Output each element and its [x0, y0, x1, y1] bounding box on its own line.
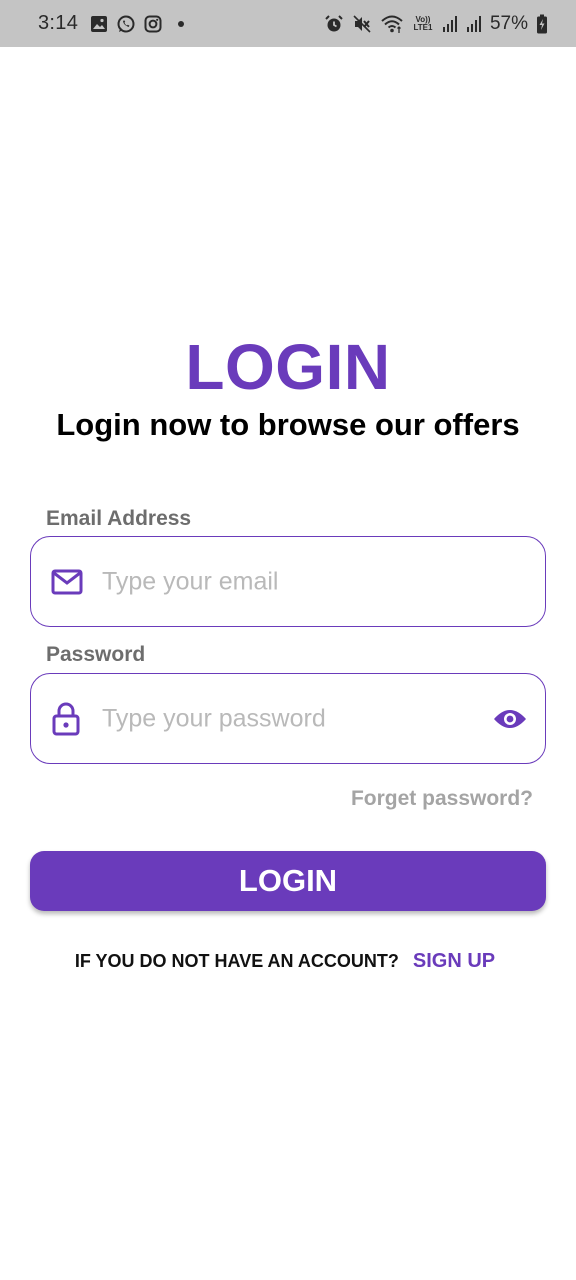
signal-icon — [466, 15, 482, 33]
gallery-icon — [90, 15, 108, 33]
password-field-container[interactable] — [30, 673, 546, 764]
forgot-password-link[interactable]: Forget password? — [351, 787, 533, 811]
page-title: LOGIN — [185, 331, 391, 403]
notification-dot-icon — [178, 20, 185, 27]
status-bar: 3:14 Vo)) LTE1 57% — [0, 0, 576, 47]
login-button[interactable]: LOGIN — [30, 851, 546, 911]
signal-icon — [442, 15, 458, 33]
status-bar-right: Vo)) LTE1 57% — [324, 13, 548, 35]
mute-icon — [352, 14, 372, 34]
email-label: Email Address — [46, 507, 192, 530]
password-label: Password — [46, 643, 146, 666]
instagram-icon — [144, 15, 162, 33]
lte-icon: Vo)) LTE1 — [413, 14, 433, 32]
wifi-icon — [380, 14, 404, 34]
email-input[interactable] — [102, 567, 485, 596]
status-time: 3:14 — [38, 12, 79, 34]
password-input[interactable] — [102, 704, 485, 733]
battery-percent: 57% — [489, 12, 528, 34]
page-subtitle: Login now to browse our offers — [56, 407, 520, 442]
signup-row: IF YOU DO NOT HAVE AN ACCOUNT? SIGN UP — [0, 950, 576, 973]
alarm-icon — [324, 14, 344, 34]
whatsapp-icon — [116, 14, 136, 34]
status-bar-left: 3:14 — [38, 12, 185, 35]
signup-question: IF YOU DO NOT HAVE AN ACCOUNT? — [74, 951, 399, 971]
signup-link[interactable]: SIGN UP — [413, 950, 495, 973]
eye-icon[interactable] — [493, 707, 527, 731]
mail-icon — [51, 569, 83, 595]
email-field-container[interactable] — [30, 536, 546, 627]
lock-icon — [51, 702, 81, 736]
battery-charging-icon — [536, 14, 548, 34]
